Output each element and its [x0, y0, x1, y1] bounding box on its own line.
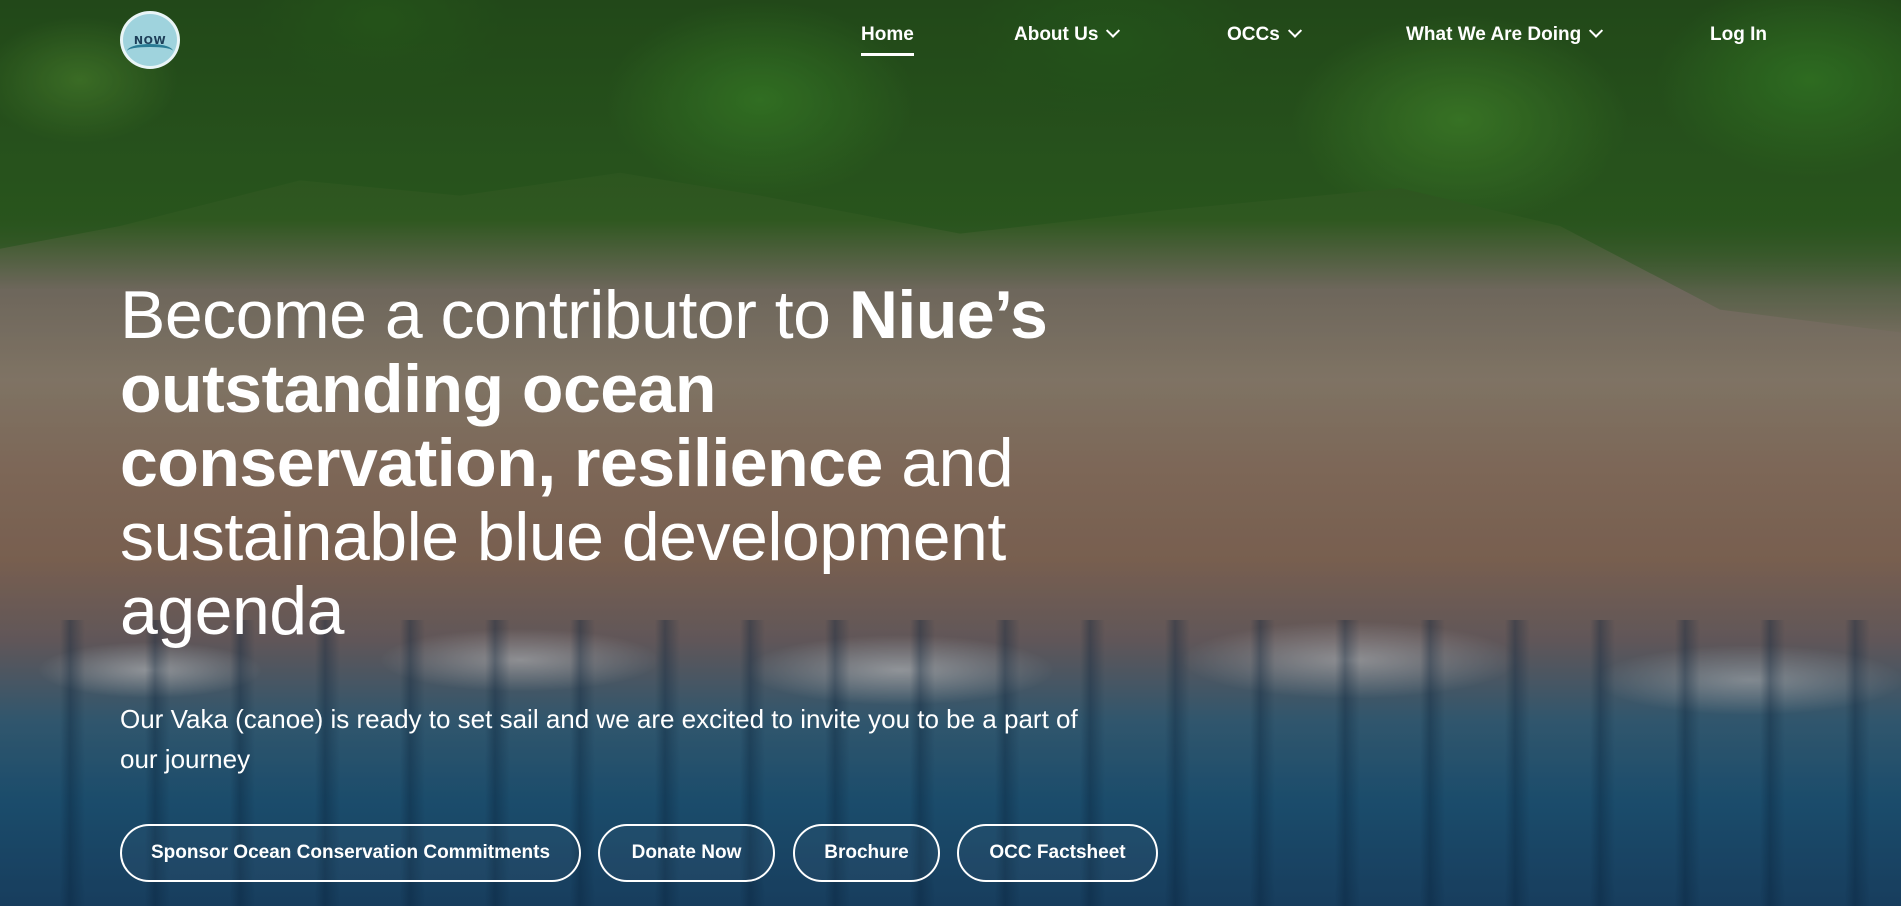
chevron-down-icon	[1287, 23, 1302, 38]
nav-login-label: Log In	[1710, 24, 1767, 45]
nav-what-we-are-doing[interactable]: What We Are Doing	[1406, 23, 1604, 46]
nav-occs[interactable]: OCCs	[1227, 23, 1302, 46]
chevron-down-icon	[1589, 23, 1604, 38]
headline-part-1: Become a contributor to	[120, 277, 849, 353]
brochure-button[interactable]: Brochure	[793, 824, 940, 882]
chevron-down-icon	[1106, 23, 1121, 38]
hero-subtext: Our Vaka (canoe) is ready to set sail an…	[120, 704, 1078, 774]
hero-headline: Become a contributor to Niue’s outstandi…	[120, 278, 1100, 648]
nav-home[interactable]: Home	[861, 24, 914, 56]
nav-about-us[interactable]: About Us	[1014, 23, 1121, 46]
sponsor-occ-button[interactable]: Sponsor Ocean Conservation Commitments	[120, 824, 581, 882]
occ-factsheet-button[interactable]: OCC Factsheet	[957, 824, 1158, 882]
nav-about-label: About Us	[1014, 24, 1099, 45]
nav-log-in[interactable]: Log In	[1710, 24, 1767, 46]
main-navigation: Home About Us OCCs What We Are Doing Log…	[0, 0, 1901, 72]
nav-doing-label: What We Are Doing	[1406, 24, 1582, 45]
nav-occs-label: OCCs	[1227, 24, 1280, 45]
donate-now-button[interactable]: Donate Now	[598, 824, 775, 882]
nav-home-label: Home	[861, 24, 914, 45]
logo-text: NOW	[133, 33, 167, 47]
active-underline	[861, 53, 914, 56]
